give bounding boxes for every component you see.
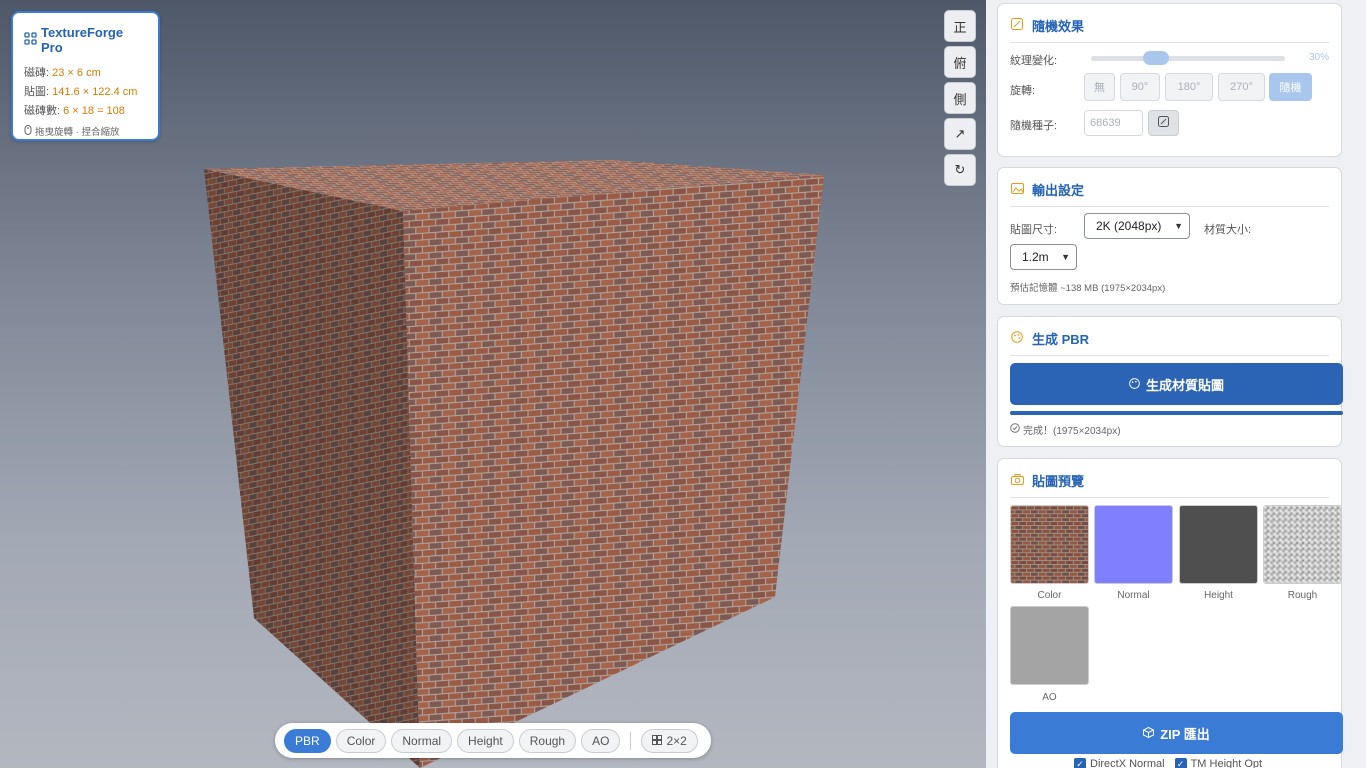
mode-ao-button[interactable]: AO bbox=[581, 728, 621, 753]
box-icon bbox=[1143, 726, 1155, 741]
map-size-label: 貼圖尺寸: bbox=[1010, 224, 1058, 236]
palette-icon bbox=[1010, 331, 1024, 346]
generate-pbr-title: 生成 PBR bbox=[1032, 332, 1090, 347]
info-card: TextureForge Pro 磁磚: 23 × 6 cm 貼圖: 141.6… bbox=[11, 11, 160, 141]
map-mode-toolbar: PBR Color Normal Height Rough AO 2×2 bbox=[275, 723, 711, 758]
zip-export-label: ZIP 匯出 bbox=[1160, 726, 1210, 742]
material-size-select[interactable]: 1.2m ▼ bbox=[1010, 244, 1077, 270]
tiling-label: 2×2 bbox=[666, 733, 687, 748]
checkmark-icon: ✓ bbox=[1174, 758, 1187, 768]
ao-map-label: AO bbox=[1042, 692, 1057, 703]
generate-pbr-card: 生成 PBR 生成材質貼圖 完成！(1975×2034px) bbox=[997, 316, 1343, 447]
random-effects-title: 隨機效果 bbox=[1032, 19, 1085, 34]
generate-maps-button[interactable]: 生成材質貼圖 bbox=[1010, 363, 1343, 405]
material-size-selected: 1.2m bbox=[1022, 250, 1049, 264]
map-size-value: 141.6 × 122.4 cm bbox=[52, 86, 138, 98]
grid-icon bbox=[652, 734, 663, 748]
mode-rough-button[interactable]: Rough bbox=[518, 728, 577, 753]
material-size-label: 材質大小: bbox=[1204, 224, 1252, 236]
chevron-down-icon: ▼ bbox=[1174, 221, 1183, 231]
generate-progress-track bbox=[1010, 411, 1343, 415]
settings-panel: 隨機效果 紋理變化: 30% 旋轉: 無 90° 180° 270° 隨機 隨機… bbox=[986, 0, 1366, 768]
tile-count-value: 6 × 18 = 108 bbox=[63, 105, 125, 117]
app-title-text: TextureForge Pro bbox=[41, 25, 124, 55]
seed-label: 隨機種子: bbox=[1010, 120, 1058, 132]
rotation-90-button[interactable]: 90° bbox=[1120, 73, 1160, 101]
random-effects-card: 隨機效果 紋理變化: 30% 旋轉: 無 90° 180° 270° 隨機 隨機… bbox=[997, 3, 1342, 157]
rotation-label: 旋轉: bbox=[1010, 85, 1036, 97]
output-settings-title: 輸出設定 bbox=[1032, 183, 1085, 198]
rotation-180-button[interactable]: 180° bbox=[1165, 73, 1213, 101]
variation-slider[interactable] bbox=[1091, 56, 1285, 61]
random-effects-header: 隨機效果 bbox=[1010, 9, 1329, 43]
rough-map-thumbnail[interactable] bbox=[1263, 505, 1342, 584]
chevron-down-icon: ▼ bbox=[1061, 252, 1070, 262]
app-logo-icon bbox=[24, 32, 37, 48]
generate-maps-label: 生成材質貼圖 bbox=[1145, 377, 1224, 393]
interaction-hint: 拖曳旋轉 · 捏合縮放 bbox=[24, 124, 147, 138]
check-circle-icon bbox=[1010, 423, 1020, 436]
map-preview-title: 貼圖預覽 bbox=[1032, 474, 1085, 489]
variation-value: 30% bbox=[1308, 52, 1329, 63]
palette-icon bbox=[1129, 377, 1140, 392]
mouse-icon bbox=[24, 124, 32, 138]
app-title: TextureForge Pro bbox=[24, 25, 147, 55]
tile-count-row: 磁磚數: 6 × 18 = 108 bbox=[24, 105, 125, 117]
seed-input[interactable]: 68639 bbox=[1084, 110, 1143, 136]
mode-normal-button[interactable]: Normal bbox=[391, 728, 453, 753]
height-map-label: Height bbox=[1204, 590, 1233, 601]
color-map-thumbnail[interactable] bbox=[1010, 505, 1089, 584]
map-preview-card: 貼圖預覽 Color Normal Height Rough AO ZIP 匯出… bbox=[997, 458, 1343, 768]
view-front-button[interactable]: 正 bbox=[944, 10, 976, 42]
output-settings-card: 輸出設定 貼圖尺寸: 2K (2048px) ▼ 材質大小: 1.2m ▼ 預估記憶… bbox=[997, 167, 1342, 305]
variation-label: 紋理變化: bbox=[1010, 55, 1058, 67]
toolbar-divider bbox=[630, 731, 632, 750]
normal-map-label: Normal bbox=[1117, 590, 1150, 601]
generate-pbr-header: 生成 PBR bbox=[1010, 322, 1329, 356]
view-side-button[interactable]: 側 bbox=[944, 82, 976, 114]
directx-normal-checkbox[interactable]: ✓ DirectX Normal bbox=[1074, 758, 1165, 768]
tile-size-row: 磁磚: 23 × 6 cm bbox=[24, 67, 101, 79]
dice-icon bbox=[1158, 116, 1169, 130]
checkmark-icon: ✓ bbox=[1074, 758, 1086, 768]
map-size-row: 貼圖: 141.6 × 122.4 cm bbox=[24, 86, 138, 98]
export-options: ✓ DirectX Normal ✓ TM Height Opt bbox=[1074, 758, 1262, 768]
map-size-select[interactable]: 2K (2048px) ▼ bbox=[1084, 213, 1190, 239]
map-preview-header: 貼圖預覽 bbox=[1010, 464, 1329, 498]
height-map-thumbnail[interactable] bbox=[1179, 505, 1258, 584]
reset-view-button[interactable]: ↻ bbox=[944, 154, 976, 186]
output-settings-header: 輸出設定 bbox=[1010, 173, 1329, 207]
map-size-selected: 2K (2048px) bbox=[1096, 219, 1162, 233]
tm-height-opt-checkbox[interactable]: ✓ TM Height Opt bbox=[1174, 758, 1262, 768]
rotation-random-button[interactable]: 隨機 bbox=[1269, 73, 1312, 101]
cube-front-face bbox=[403, 175, 824, 768]
3d-viewport[interactable]: TextureForge Pro 磁磚: 23 × 6 cm 貼圖: 141.6… bbox=[0, 0, 986, 768]
rotation-270-button[interactable]: 270° bbox=[1218, 73, 1265, 101]
tile-size-value: 23 × 6 cm bbox=[52, 67, 101, 79]
mode-height-button[interactable]: Height bbox=[457, 728, 514, 753]
memory-estimate: 預估記憶體 ~138 MB (1975×2034px) bbox=[1010, 283, 1166, 294]
rotation-none-button[interactable]: 無 bbox=[1084, 73, 1115, 101]
ao-map-thumbnail[interactable] bbox=[1010, 606, 1089, 685]
cube-left-shade bbox=[204, 169, 420, 768]
random-icon bbox=[1010, 18, 1024, 33]
tiling-button[interactable]: 2×2 bbox=[641, 728, 698, 753]
camera-icon bbox=[1010, 473, 1024, 488]
image-icon bbox=[1010, 182, 1024, 197]
mode-color-button[interactable]: Color bbox=[335, 728, 387, 753]
zip-export-button[interactable]: ZIP 匯出 bbox=[1010, 712, 1343, 754]
color-map-label: Color bbox=[1037, 590, 1062, 601]
generate-progress-bar bbox=[1010, 411, 1343, 415]
mode-pbr-button[interactable]: PBR bbox=[284, 728, 331, 753]
normal-map-thumbnail[interactable] bbox=[1094, 505, 1173, 584]
rough-map-label: Rough bbox=[1287, 590, 1318, 601]
view-top-button[interactable]: 俯 bbox=[944, 46, 976, 78]
variation-slider-thumb[interactable] bbox=[1143, 51, 1170, 65]
view-perspective-button[interactable]: ↗ bbox=[944, 118, 976, 150]
randomize-seed-button[interactable] bbox=[1148, 110, 1179, 136]
generate-status: 完成！(1975×2034px) bbox=[1010, 422, 1121, 437]
